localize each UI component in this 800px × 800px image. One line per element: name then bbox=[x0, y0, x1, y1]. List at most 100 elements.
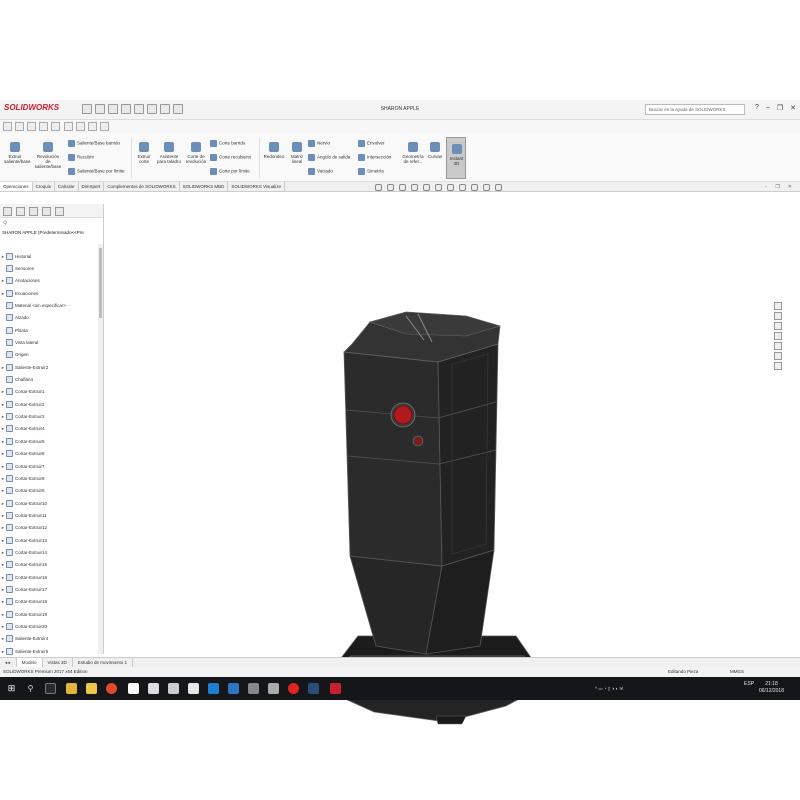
feature-tree-item[interactable]: ► Cortar-Extruir13 bbox=[0, 534, 98, 546]
search-icon[interactable]: ⚲ bbox=[25, 683, 36, 694]
solidworks-taskbar-icon[interactable] bbox=[330, 683, 341, 694]
feature-tree-item[interactable]: ► Cortar-Extruir5 bbox=[0, 435, 98, 447]
folder-icon[interactable] bbox=[86, 683, 97, 694]
tab-dimxpert[interactable]: DimXpert bbox=[79, 182, 105, 191]
feature-tree-item[interactable]: ► Cortar-Extruir4 bbox=[0, 423, 98, 435]
dimxpert-manager-icon[interactable] bbox=[42, 207, 51, 216]
app-icon[interactable] bbox=[188, 683, 199, 694]
tab-modelo[interactable]: Modelo bbox=[16, 658, 43, 667]
feature-tree-item[interactable]: ► Cortar-Extruir3 bbox=[0, 410, 98, 422]
feature-tree-item[interactable]: ► Cortar-Extruir2 bbox=[0, 398, 98, 410]
solidworks-resources-icon[interactable] bbox=[774, 302, 782, 310]
tab-mbd[interactable]: SOLIDWORKS MBD bbox=[180, 182, 229, 191]
reference-geometry-button[interactable]: Geometría de refer... bbox=[400, 142, 426, 164]
feature-tree-item[interactable]: Chaflán4 bbox=[0, 373, 98, 385]
curves-button[interactable]: Curvas bbox=[426, 142, 444, 159]
filter-icon[interactable]: ⚲ bbox=[0, 218, 103, 230]
app-icon[interactable] bbox=[248, 683, 259, 694]
feature-tree-item[interactable]: Sensores bbox=[0, 262, 98, 274]
feature-tree-item[interactable]: Alzado bbox=[0, 312, 98, 324]
configuration-manager-icon[interactable] bbox=[29, 207, 38, 216]
tab-operaciones[interactable]: Operaciones bbox=[0, 182, 33, 191]
feature-tree-item[interactable]: ► Saliente-Extruir2 bbox=[0, 361, 98, 373]
sketch-tool-icon[interactable] bbox=[3, 122, 12, 131]
system-tray[interactable]: ^ ▭ ◔ ▯ ◑ ◐ ✉ bbox=[595, 686, 623, 692]
view-tool-icon[interactable] bbox=[100, 122, 110, 131]
tab-calcular[interactable]: Calcular bbox=[55, 182, 79, 191]
feature-tree-item[interactable]: ► Cortar-Extruir10 bbox=[0, 497, 98, 509]
feature-tree-item[interactable]: ► Saliente-Extruir5 bbox=[0, 645, 98, 657]
boundary-boss-button[interactable]: Saliente/Base por límite bbox=[68, 168, 125, 175]
close-icon[interactable]: ✕ bbox=[788, 184, 792, 190]
feature-tree-item[interactable]: Planta bbox=[0, 324, 98, 336]
feature-tree-item[interactable]: ► Anotaciones bbox=[0, 275, 98, 287]
tab-visualize[interactable]: SOLIDWORKS Visualize bbox=[228, 182, 286, 191]
loft-button[interactable]: Recubrir bbox=[68, 154, 94, 161]
feature-tree-item[interactable]: ► Saliente-Extruir4 bbox=[0, 633, 98, 645]
clock[interactable]: ESP 21:18 06/12/2018 bbox=[744, 681, 784, 695]
minimize-icon[interactable]: – bbox=[766, 104, 770, 112]
view-tool-icon[interactable] bbox=[88, 122, 98, 131]
display-style-icon[interactable] bbox=[447, 184, 454, 191]
view-orientation-icon[interactable] bbox=[435, 184, 442, 191]
feature-tree-item[interactable]: ► Cortar-Extruir18 bbox=[0, 596, 98, 608]
feature-tree-item[interactable]: ► Cortar-Extruir14 bbox=[0, 546, 98, 558]
previous-view-icon[interactable] bbox=[399, 184, 406, 191]
app-icon[interactable] bbox=[148, 683, 159, 694]
feature-tree-item[interactable]: Origen bbox=[0, 349, 98, 361]
linear-pattern-button[interactable]: Matriz lineal bbox=[288, 142, 306, 164]
shell-button[interactable]: Vaciado bbox=[308, 168, 333, 175]
feature-tree-item[interactable]: ► Historial bbox=[0, 250, 98, 262]
fillet-button[interactable]: Redondeo bbox=[262, 142, 286, 159]
feature-tree-item[interactable]: ► Cortar-Extruir16 bbox=[0, 571, 98, 583]
file-explorer-icon[interactable] bbox=[774, 322, 782, 330]
status-units[interactable]: MMGS bbox=[730, 669, 744, 674]
feature-tree-icon[interactable] bbox=[3, 207, 12, 216]
app-icon[interactable] bbox=[268, 683, 279, 694]
tab-croquis[interactable]: Croquis bbox=[33, 182, 56, 191]
task-view-icon[interactable] bbox=[45, 683, 56, 694]
feature-tree-item[interactable]: Vista lateral bbox=[0, 336, 98, 348]
feature-tree-item[interactable]: ► Cortar-Extruir20 bbox=[0, 620, 98, 632]
scroll-thumb[interactable] bbox=[99, 248, 102, 318]
revolved-cut-button[interactable]: Corte de revolución bbox=[184, 142, 208, 164]
opera-icon[interactable] bbox=[288, 683, 299, 694]
instant3d-button[interactable]: Instant 3D bbox=[446, 137, 466, 179]
tab-vistas-3d[interactable]: Vistas 3D bbox=[43, 658, 73, 667]
feature-tree-item[interactable]: Material <sin especificar> bbox=[0, 299, 98, 311]
draft-button[interactable]: Ángulo de salida bbox=[308, 154, 350, 161]
close-icon[interactable]: ✕ bbox=[790, 104, 796, 112]
feature-tree-item[interactable]: ► Cortar-Extruir8 bbox=[0, 472, 98, 484]
feature-tree-item[interactable]: ► Cortar-Extruir9 bbox=[0, 485, 98, 497]
boundary-cut-button[interactable]: Corte por límite bbox=[210, 168, 250, 175]
restore-icon[interactable]: ❐ bbox=[777, 104, 783, 112]
section-view-icon[interactable] bbox=[411, 184, 418, 191]
custom-properties-icon[interactable] bbox=[774, 352, 782, 360]
feature-tree-item[interactable]: ► Cortar-Extruir11 bbox=[0, 509, 98, 521]
feature-tree-item[interactable]: ► Cortar-Extruir15 bbox=[0, 559, 98, 571]
hide-show-icon[interactable] bbox=[459, 184, 466, 191]
rib-button[interactable]: Nervio bbox=[308, 140, 330, 147]
feature-tree-item[interactable]: ► Cortar-Extruir1 bbox=[0, 386, 98, 398]
phone-icon[interactable] bbox=[168, 683, 179, 694]
photoshop-icon[interactable] bbox=[308, 683, 319, 694]
property-manager-icon[interactable] bbox=[16, 207, 25, 216]
appearances-icon[interactable] bbox=[774, 342, 782, 350]
restore-icon[interactable]: ❐ bbox=[775, 184, 779, 190]
input-language[interactable]: ESP bbox=[742, 681, 756, 688]
part-root-node[interactable]: SHARON APPLE (Predeterminado<<Pre bbox=[0, 230, 103, 240]
tab-scroll-arrows[interactable]: ◂ ▸ bbox=[0, 658, 17, 667]
feature-tree-item[interactable]: ► Cortar-Extruir17 bbox=[0, 583, 98, 595]
apply-scene-icon[interactable] bbox=[483, 184, 490, 191]
dynamic-annotation-icon[interactable] bbox=[423, 184, 430, 191]
hole-wizard-button[interactable]: Asistente para taladro bbox=[156, 142, 182, 164]
sketch-tool-icon[interactable] bbox=[27, 122, 36, 131]
chrome-icon[interactable] bbox=[106, 683, 117, 694]
design-library-icon[interactable] bbox=[774, 312, 782, 320]
help-icon[interactable]: ? bbox=[755, 104, 759, 112]
sketch-tool-icon[interactable] bbox=[39, 122, 48, 131]
minimize-icon[interactable]: ▫ bbox=[766, 184, 768, 190]
sketch-tool-icon[interactable] bbox=[51, 122, 60, 131]
extruded-boss-button[interactable]: Extruir saliente/base bbox=[4, 142, 31, 164]
view-tool-icon[interactable] bbox=[64, 122, 74, 131]
